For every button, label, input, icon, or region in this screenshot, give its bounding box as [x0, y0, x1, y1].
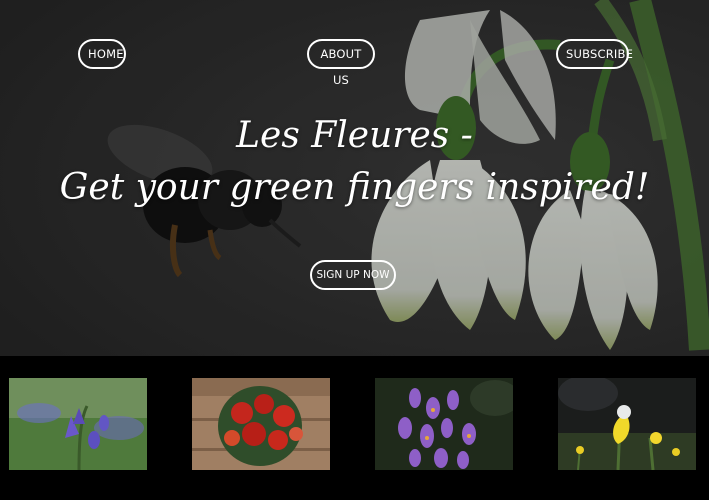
hero-title-line1: Les Fleures -: [236, 115, 473, 156]
sign-up-button[interactable]: SIGN UP NOW: [310, 260, 396, 290]
hero-section: HOME ABOUT US SUBSCRIBE Les Fleures - Ge…: [0, 0, 709, 356]
gallery-image-bluebells[interactable]: [9, 378, 147, 470]
gallery-image-daffodils[interactable]: [558, 378, 696, 470]
hero-title-line2: Get your green fingers inspired!: [59, 167, 650, 208]
gallery-image-crocuses[interactable]: [375, 378, 513, 470]
hero-title: Les Fleures - Get your green fingers ins…: [0, 110, 709, 214]
nav-home-button[interactable]: HOME: [78, 39, 126, 69]
gallery-image-roses[interactable]: [192, 378, 330, 470]
nav-subscribe-button[interactable]: SUBSCRIBE: [556, 39, 633, 69]
nav-about-button[interactable]: ABOUT US: [307, 39, 375, 87]
gallery-section: [0, 356, 709, 500]
